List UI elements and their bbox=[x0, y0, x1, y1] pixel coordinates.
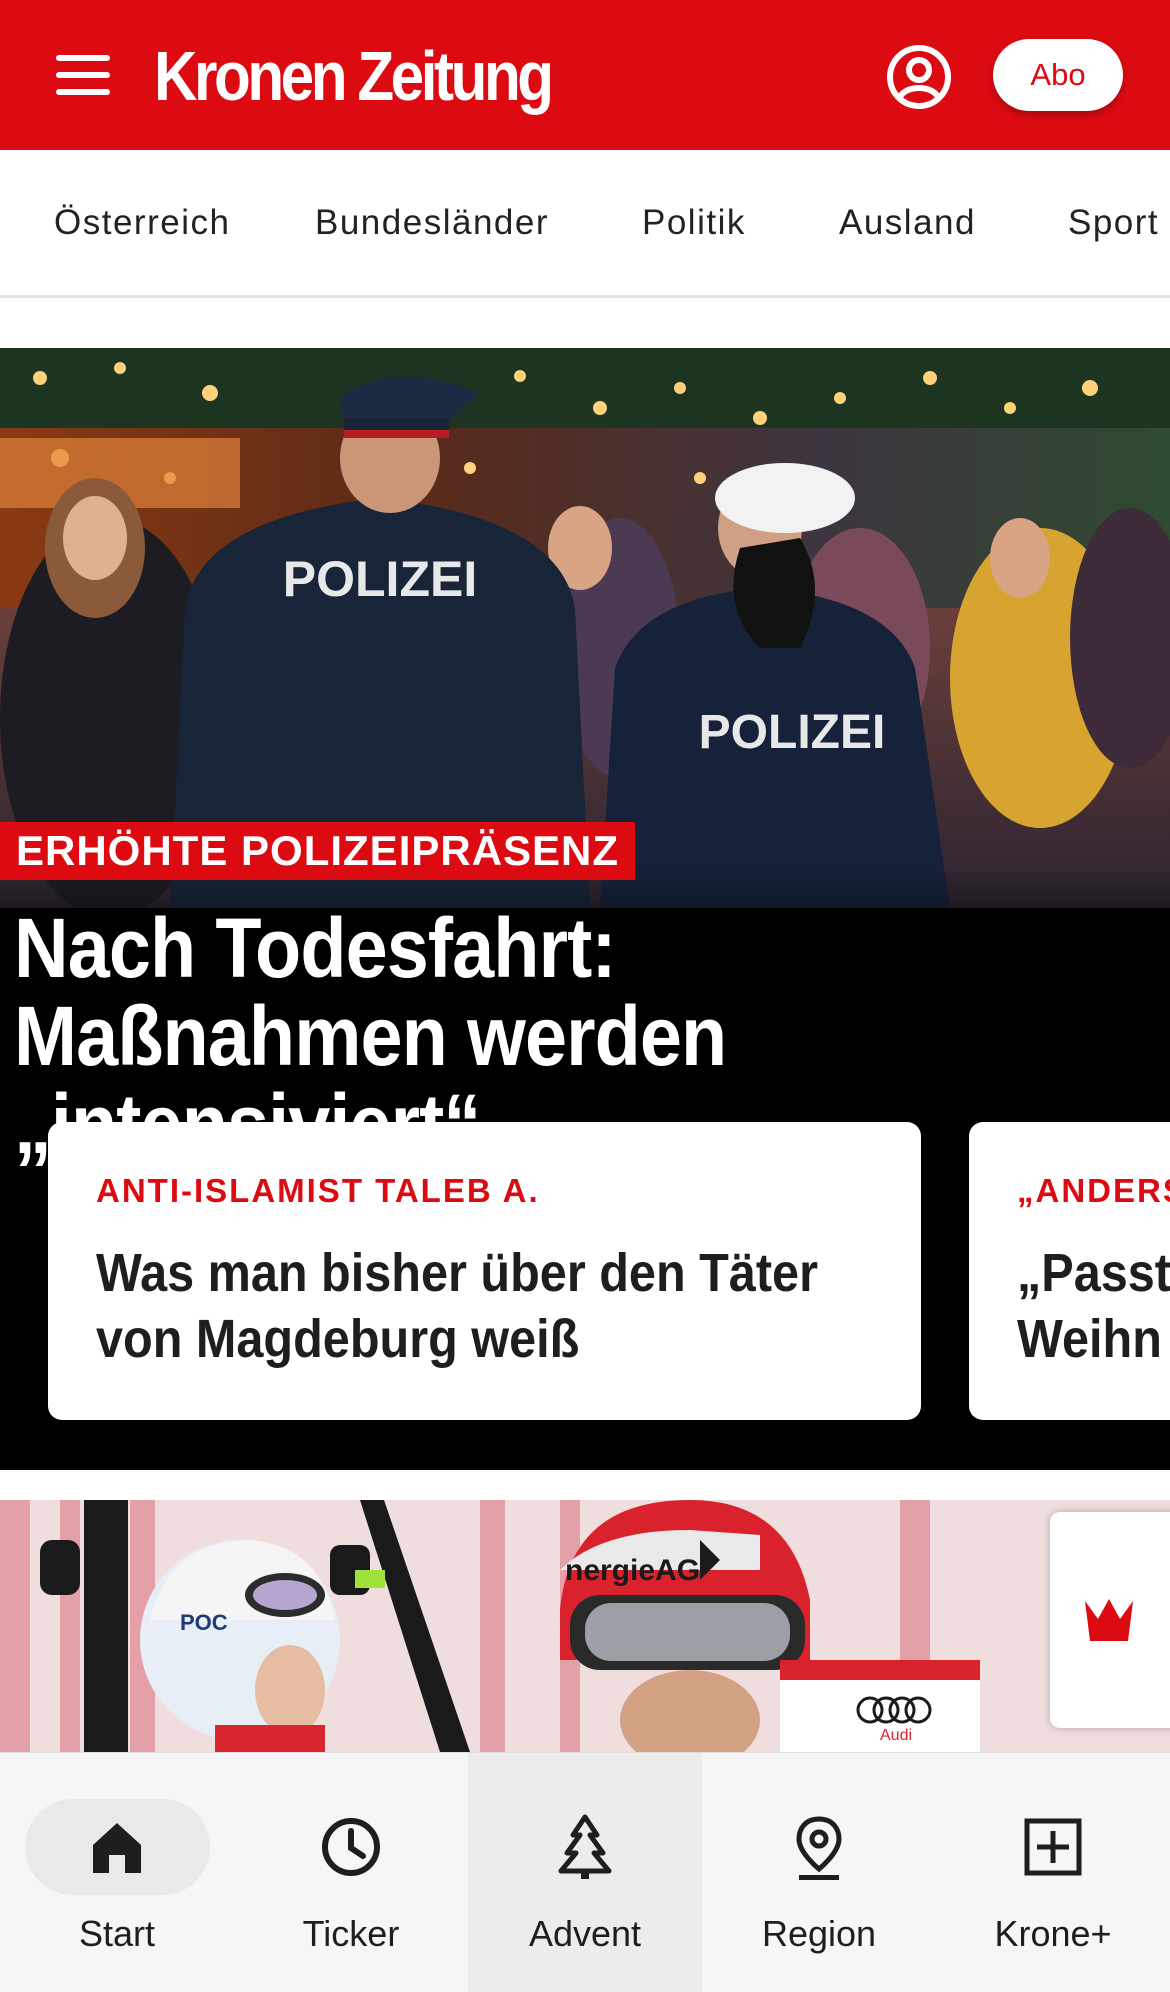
bottom-nav-label: Krone+ bbox=[994, 1913, 1112, 1954]
bottom-navigation: Start Ticker Advent Region Krone+ bbox=[0, 1752, 1170, 1992]
card-title-line: von Magdeburg weiß bbox=[96, 1309, 580, 1369]
card-title-line: Weihn bbox=[1017, 1309, 1162, 1369]
menu-bar bbox=[56, 72, 110, 78]
audi-text: Audi bbox=[880, 1727, 912, 1744]
card-title: „Passt Weihn bbox=[1017, 1240, 1170, 1372]
menu-bar bbox=[56, 89, 110, 95]
location-pin-icon bbox=[796, 1816, 842, 1880]
card-kicker: ANTI-ISLAMIST TALEB A. bbox=[96, 1172, 540, 1209]
kronen-zeitung-logo[interactable]: Kronen Zeitung bbox=[154, 36, 554, 116]
nav-item-sport[interactable]: Sport bbox=[1068, 200, 1159, 246]
tree-icon bbox=[558, 1814, 612, 1879]
bottom-nav-start[interactable]: Start bbox=[0, 1753, 234, 1992]
ski-article-teaser[interactable]: POC nergieAG Audi bbox=[0, 1500, 1170, 1752]
related-article-card[interactable]: „ANDERS „Passt Weihn bbox=[969, 1122, 1170, 1420]
bottom-nav-advent[interactable]: Advent bbox=[468, 1753, 702, 1992]
user-circle-icon bbox=[887, 45, 951, 109]
crown-icon bbox=[1085, 1599, 1133, 1641]
hamburger-menu-icon[interactable] bbox=[48, 50, 120, 100]
home-icon bbox=[93, 1823, 141, 1873]
card-kicker: „ANDERS bbox=[1017, 1172, 1170, 1209]
bottom-nav-label: Start bbox=[78, 1913, 156, 1954]
bottom-nav-label: Ticker bbox=[302, 1913, 400, 1954]
menu-bar bbox=[56, 55, 110, 61]
top-header: Kronen Zeitung Abo bbox=[0, 0, 1170, 150]
nav-item-politik[interactable]: Politik bbox=[642, 200, 746, 246]
nav-item-oesterreich[interactable]: Österreich bbox=[54, 200, 230, 246]
card-title: Was man bisher über den Täter von Magdeb… bbox=[96, 1240, 834, 1372]
hero-kicker: ERHÖHTE POLIZEIPRÄSENZ bbox=[0, 822, 636, 880]
sponsor-text: nergieAG bbox=[565, 1554, 700, 1587]
ski-racers-photo: POC nergieAG Audi bbox=[0, 1500, 1170, 1752]
section-nav: Österreich Bundesländer Politik Ausland … bbox=[0, 150, 1170, 298]
abo-button[interactable]: Abo bbox=[993, 39, 1123, 111]
bottom-nav-label: Advent bbox=[528, 1913, 642, 1954]
hero-article[interactable]: POLIZEI POLIZEI ERHÖHTE POLIZEIPRÄSENZ N… bbox=[0, 348, 1170, 1470]
bottom-nav-ticker[interactable]: Ticker bbox=[234, 1753, 468, 1992]
card-title-line: „Passt bbox=[1017, 1243, 1170, 1303]
bottom-nav-region[interactable]: Region bbox=[702, 1753, 936, 1992]
bottom-nav-label: Region bbox=[761, 1913, 877, 1954]
card-title-line: Was man bisher über den Täter bbox=[96, 1243, 818, 1303]
nav-item-bundeslaender[interactable]: Bundesländer bbox=[315, 200, 549, 246]
polizei-text-2: POLIZEI bbox=[699, 706, 886, 759]
related-article-card[interactable]: ANTI-ISLAMIST TALEB A. Was man bisher üb… bbox=[48, 1122, 921, 1420]
krone-plus-badge bbox=[1050, 1512, 1170, 1728]
bottom-nav-krone-plus[interactable]: Krone+ bbox=[936, 1753, 1170, 1992]
poc-helmet-text: POC bbox=[180, 1610, 228, 1635]
clock-icon bbox=[322, 1818, 380, 1876]
plus-square-icon bbox=[1024, 1818, 1082, 1876]
polizei-text-1: POLIZEI bbox=[283, 551, 477, 607]
nav-item-ausland[interactable]: Ausland bbox=[839, 200, 976, 246]
user-account-icon[interactable] bbox=[886, 44, 952, 110]
